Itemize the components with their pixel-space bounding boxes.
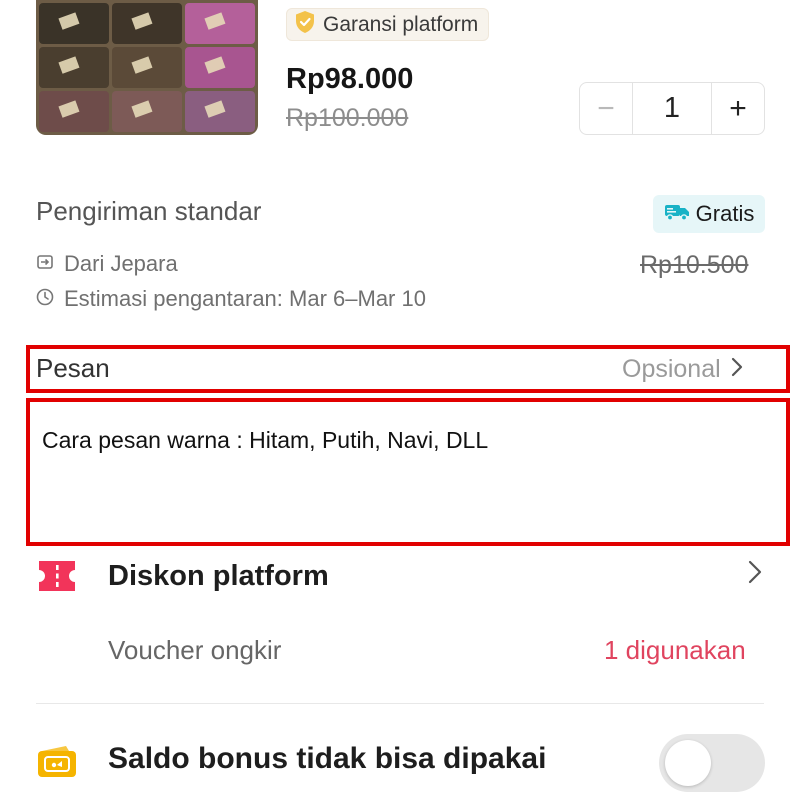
- shipping-voucher-label: Voucher ongkir: [108, 635, 282, 665]
- message-optional-label: Opsional: [622, 355, 721, 383]
- shipping-original-cost: Rp10.500: [640, 251, 749, 279]
- divider: [36, 703, 764, 704]
- product-image-tile: [185, 3, 255, 44]
- shipping-title: Pengiriman standar: [36, 196, 262, 226]
- quantity-value[interactable]: 1: [632, 83, 712, 134]
- product-image-tile: [39, 3, 109, 44]
- chevron-right-icon: [731, 355, 743, 384]
- platform-discount-title[interactable]: Diskon platform: [108, 560, 329, 593]
- product-image-tile: [39, 91, 109, 132]
- shield-icon: [295, 10, 315, 39]
- message-optional-link[interactable]: Opsional: [622, 355, 743, 384]
- free-shipping-label: Gratis: [695, 201, 755, 226]
- wallet-icon: [36, 745, 78, 784]
- toggle-knob: [665, 740, 711, 786]
- shipping-estimate-text: Estimasi pengantaran: Mar 6–Mar 10: [64, 286, 426, 311]
- quantity-increase-button[interactable]: +: [712, 83, 764, 134]
- badge-label: Garansi platform: [323, 12, 479, 36]
- shipping-origin: Dari Jepara: [36, 251, 178, 277]
- store-icon: [36, 251, 54, 277]
- shipping-origin-text: Dari Jepara: [64, 251, 178, 276]
- free-shipping-badge: Gratis: [653, 195, 765, 233]
- shipping-estimate: Estimasi pengantaran: Mar 6–Mar 10: [36, 286, 426, 312]
- bonus-balance-title: Saldo bonus tidak bisa dipakai: [108, 742, 547, 775]
- message-box-highlight: [26, 398, 790, 546]
- shipping-voucher-value[interactable]: 1 digunakan: [604, 635, 746, 666]
- product-image[interactable]: [36, 0, 258, 135]
- product-image-tile: [185, 47, 255, 88]
- product-image-tile: [185, 91, 255, 132]
- chevron-right-icon[interactable]: [748, 560, 762, 589]
- ticket-icon: [36, 558, 78, 599]
- product-image-tile: [112, 3, 182, 44]
- message-label: Pesan: [36, 353, 110, 383]
- clock-icon: [36, 286, 54, 312]
- product-original-price: Rp100.000: [286, 104, 409, 132]
- bonus-balance-toggle[interactable]: [659, 734, 765, 792]
- product-image-tile: [112, 91, 182, 132]
- product-image-tile: [39, 47, 109, 88]
- product-price: Rp98.000: [286, 63, 414, 95]
- platform-guarantee-badge: Garansi platform: [286, 8, 490, 41]
- truck-icon: [664, 203, 690, 226]
- quantity-stepper: − 1 +: [579, 82, 765, 135]
- product-image-tile: [112, 47, 182, 88]
- quantity-decrease-button[interactable]: −: [580, 83, 632, 134]
- message-text[interactable]: Cara pesan warna : Hitam, Putih, Navi, D…: [42, 427, 742, 454]
